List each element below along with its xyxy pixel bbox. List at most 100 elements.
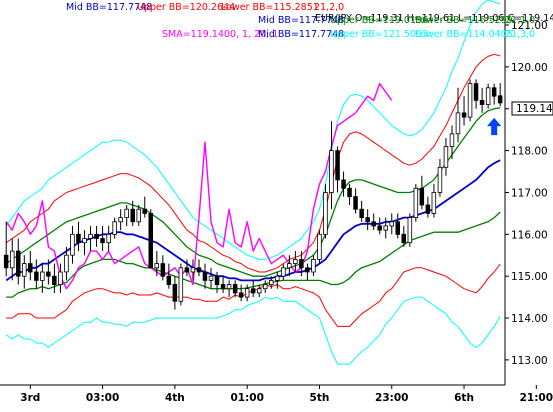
- candle-body-down: [15, 250, 21, 277]
- y-tick-label: 117.00: [511, 187, 548, 199]
- candle-body-down: [52, 275, 57, 286]
- chart-background: [0, 0, 553, 408]
- candle-body-down: [395, 221, 400, 235]
- legend-bb1-lower: Lower BB=116.5299: [415, 15, 513, 26]
- candle-body-up: [329, 150, 334, 193]
- candle-body-down: [76, 233, 81, 244]
- candle-body-up: [274, 275, 280, 281]
- candle-body-down: [220, 284, 226, 290]
- last-price-marker: 119.14: [511, 101, 553, 116]
- x-tick-label: 21:00: [520, 392, 553, 404]
- candle-body-down: [425, 204, 431, 214]
- candle-body-up: [317, 233, 322, 260]
- candle-body-up: [443, 145, 449, 168]
- candle-body-down: [347, 187, 352, 198]
- legend-bb1-params: 21,1,0: [505, 15, 535, 26]
- candle-body-down: [160, 263, 166, 277]
- candle-body-down: [479, 100, 485, 106]
- x-tick-label: 03:00: [86, 392, 119, 404]
- candle-body-up: [136, 208, 141, 223]
- candle-body-down: [401, 233, 406, 244]
- candle-body-up: [413, 187, 419, 219]
- candle-body-up: [9, 250, 15, 269]
- candle-body-up: [262, 284, 268, 290]
- candle-body-down: [359, 208, 364, 218]
- legend-bb2-lower: Lower BB=115.2851: [221, 2, 319, 13]
- x-tick-label: 6th: [454, 392, 474, 404]
- candle-body-down: [34, 271, 39, 281]
- candle-body-down: [232, 284, 238, 294]
- candle-body-down: [172, 284, 178, 302]
- candle-body-up: [449, 133, 455, 147]
- candle-body-up: [437, 166, 443, 193]
- candle-body-down: [377, 225, 382, 231]
- legend-bb3-lower: Lower BB=114.0405: [415, 29, 513, 40]
- candle-body-down: [130, 208, 135, 223]
- candle-body-up: [467, 83, 473, 118]
- candle-body-up: [64, 254, 69, 273]
- candle-body-up: [244, 288, 250, 298]
- candle-body-down: [461, 112, 467, 118]
- candle-body-down: [142, 208, 147, 214]
- candle-body-up: [323, 192, 328, 235]
- candle-body-up: [485, 87, 491, 105]
- candle-body-down: [365, 217, 370, 223]
- x-tick-label: 4th: [165, 392, 185, 404]
- y-tick-label: 114.00: [511, 313, 548, 325]
- legend-bb2-params: 21,2,0: [314, 2, 344, 13]
- x-tick-label: 23:00: [375, 392, 408, 404]
- candle-body-up: [70, 233, 75, 256]
- candle-body-up: [118, 217, 123, 223]
- candle-body-down: [238, 292, 244, 298]
- candle-body-down: [299, 258, 304, 269]
- candle-body-up: [293, 258, 298, 264]
- last-price-label: 119.14: [516, 103, 553, 115]
- y-tick-label: 113.00: [511, 355, 548, 367]
- legend-bb1-upper: Upper BB=119.0196: [330, 15, 428, 26]
- candle-body-up: [124, 208, 129, 218]
- candle-body-up: [112, 221, 117, 235]
- candle-body-up: [154, 263, 159, 269]
- candle-body-up: [82, 238, 87, 244]
- x-tick-label: 3rd: [20, 392, 40, 404]
- candle-body-up: [383, 225, 388, 231]
- candle-body-up: [106, 233, 111, 244]
- x-tick-label: 01:00: [230, 392, 263, 404]
- candle-body-up: [389, 221, 394, 227]
- chart: 113.00 114.00 115.00 116.00 117.00 118.00 119.…: [0, 0, 553, 408]
- candle-body-up: [287, 263, 292, 269]
- y-tick-label: 116.00: [511, 229, 548, 241]
- y-tick-label: 118.00: [511, 146, 548, 158]
- candle-body-down: [196, 267, 202, 273]
- candle-body-up: [58, 271, 63, 286]
- candle-body-up: [88, 233, 93, 239]
- candle-body-down: [371, 221, 376, 227]
- candle-body-up: [178, 267, 184, 302]
- candle-body-down: [184, 267, 190, 273]
- candle-body-down: [148, 212, 153, 269]
- candle-body-up: [21, 263, 27, 277]
- candle-body-down: [214, 275, 220, 286]
- candle-body-down: [341, 179, 346, 189]
- candle-body-down: [27, 263, 33, 273]
- candle-body-up: [226, 284, 232, 290]
- candle-body-down: [46, 271, 51, 277]
- y-tick-label: 115.00: [511, 271, 548, 283]
- candle-body-up: [268, 279, 274, 285]
- candle-body-down: [473, 83, 479, 101]
- candle-body-up: [311, 258, 316, 273]
- candle-body-up: [281, 267, 286, 277]
- candle-body-up: [407, 217, 413, 244]
- candle-body-up: [431, 192, 437, 214]
- candle-body-up: [190, 267, 196, 273]
- candle-body-down: [497, 95, 503, 104]
- candle-body-up: [208, 275, 214, 281]
- candle-body-down: [3, 254, 9, 269]
- candle-body-up: [40, 271, 45, 281]
- candle-body-down: [202, 271, 208, 281]
- candle-body-down: [250, 288, 256, 294]
- candle-body-down: [335, 150, 340, 181]
- x-tick-label: 5th: [310, 392, 330, 404]
- candle-body-up: [256, 288, 262, 294]
- chart-svg: 113.00 114.00 115.00 116.00 117.00 118.00 119.…: [0, 0, 553, 408]
